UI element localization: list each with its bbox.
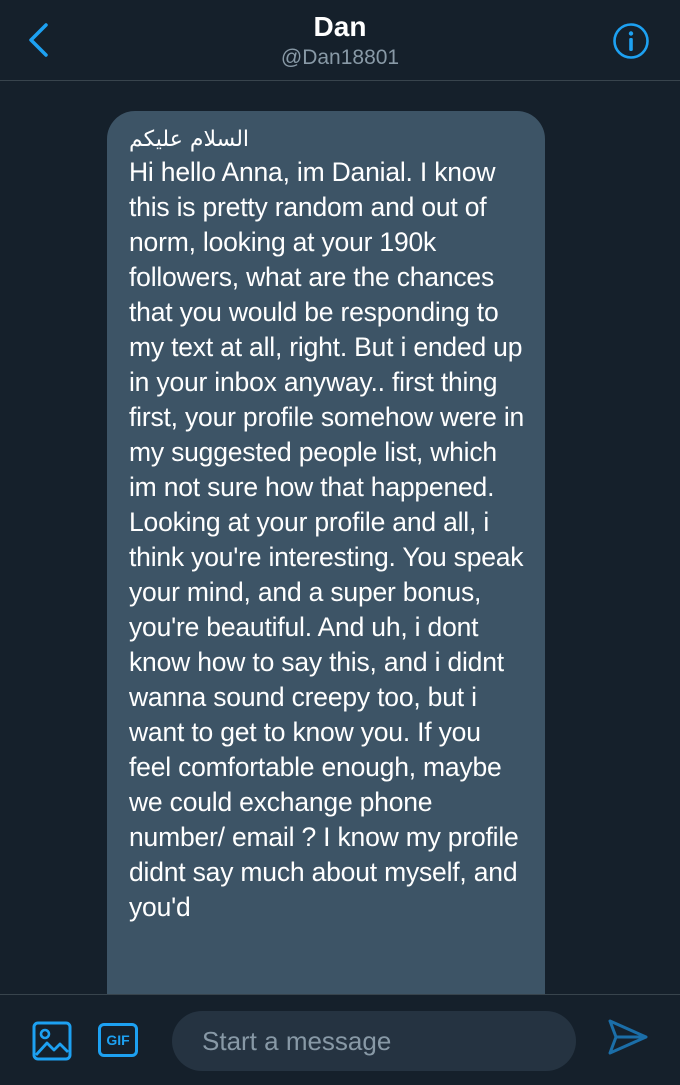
send-button[interactable] <box>606 1017 650 1057</box>
message-composer: GIF <box>0 994 680 1085</box>
message-text: Hi hello Anna, im Danial. I know this is… <box>129 157 525 922</box>
gif-button[interactable]: GIF <box>98 1023 138 1057</box>
info-icon <box>613 23 649 59</box>
message-greeting: السلام عليكم <box>129 127 250 152</box>
contact-handle: @Dan18801 <box>280 46 400 69</box>
message-input[interactable] <box>172 1011 576 1071</box>
image-icon <box>32 1021 72 1061</box>
conversation-header: Dan @Dan18801 <box>0 0 680 81</box>
send-icon <box>608 1019 648 1055</box>
contact-name: Dan <box>313 11 367 42</box>
conversation-info-button[interactable] <box>612 22 650 60</box>
add-media-button[interactable] <box>32 1021 72 1061</box>
conversation-title-block[interactable]: Dan @Dan18801 <box>0 10 680 72</box>
message-bubble[interactable]: السلام عليكم Hi hello Anna, im Danial. I… <box>107 111 545 994</box>
message-thread[interactable]: السلام عليكم Hi hello Anna, im Danial. I… <box>0 81 680 994</box>
